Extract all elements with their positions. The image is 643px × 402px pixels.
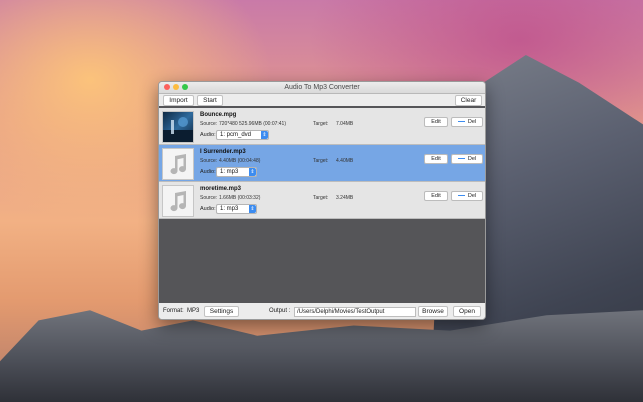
source-value: 4.40MB (00:04:48) bbox=[219, 158, 261, 164]
audio-label: Audio: bbox=[200, 132, 216, 138]
format-label: Format: bbox=[163, 308, 184, 314]
target-value: 4.40MB bbox=[336, 158, 354, 164]
audio-track-select[interactable]: 1: mp3 ⇕ bbox=[216, 204, 257, 214]
chevron-updown-icon: ⇕ bbox=[249, 168, 256, 176]
minus-icon bbox=[457, 121, 465, 123]
audio-thumbnail bbox=[162, 185, 194, 217]
file-name: I Surrender.mp3 bbox=[200, 149, 246, 155]
target-label: Target: bbox=[313, 158, 329, 164]
edit-button[interactable]: Edit bbox=[424, 191, 448, 201]
target-label: Target: bbox=[313, 195, 329, 201]
audio-label: Audio: bbox=[200, 206, 216, 212]
window-title: Audio To Mp3 Converter bbox=[284, 84, 360, 91]
settings-button[interactable]: Settings bbox=[204, 306, 239, 317]
target-value: 3.24MB bbox=[336, 195, 354, 201]
target-value: 7.04MB bbox=[336, 121, 354, 127]
source-label: Source: bbox=[200, 195, 218, 201]
music-note-icon bbox=[170, 154, 187, 175]
source-label: Source: bbox=[200, 158, 218, 164]
audio-track-value: 1: pcm_dvd bbox=[220, 132, 252, 138]
file-name: Bounce.mpg bbox=[200, 112, 237, 118]
close-window-button[interactable] bbox=[164, 84, 170, 90]
source-value: 720*480 525.96MB (00:07:41) bbox=[219, 121, 286, 127]
video-frame-icon bbox=[163, 117, 193, 142]
target-label: Target: bbox=[313, 121, 329, 127]
source-value: 1.66MB (00:03:32) bbox=[219, 195, 261, 201]
file-name: moretime.mp3 bbox=[200, 186, 242, 192]
chevron-updown-icon: ⇕ bbox=[249, 205, 256, 213]
app-window: Audio To Mp3 Converter Import Start Clea… bbox=[158, 81, 486, 320]
audio-track-value: 1: mp3 bbox=[220, 169, 239, 175]
delete-label: Del bbox=[467, 119, 477, 125]
output-path-field[interactable]: /Users/Delphi/Movies/TestOutput bbox=[294, 307, 416, 317]
audio-track-select[interactable]: 1: mp3 ⇕ bbox=[216, 167, 257, 177]
file-row[interactable]: moretime.mp3 Source: 1.66MB (00:03:32) T… bbox=[159, 182, 485, 219]
clear-button[interactable]: Clear bbox=[455, 95, 482, 106]
output-label: Output : bbox=[269, 308, 291, 314]
source-label: Source: bbox=[200, 121, 218, 127]
delete-button[interactable]: Del bbox=[451, 191, 483, 201]
audio-track-value: 1: mp3 bbox=[220, 206, 239, 212]
toolbar: Import Start Clear bbox=[159, 94, 485, 106]
delete-label: Del bbox=[467, 156, 477, 162]
start-button[interactable]: Start bbox=[197, 95, 223, 106]
file-list: Bounce.mpg Source: 720*480 525.96MB (00:… bbox=[159, 106, 485, 303]
import-button[interactable]: Import bbox=[163, 95, 194, 106]
minimize-window-button[interactable] bbox=[173, 84, 179, 90]
audio-label: Audio: bbox=[200, 169, 216, 175]
delete-label: Del bbox=[467, 193, 477, 199]
music-note-icon bbox=[170, 191, 187, 212]
audio-track-select[interactable]: 1: pcm_dvd ⇕ bbox=[216, 130, 269, 140]
bottom-bar: Format: MP3 Settings Output : /Users/Del… bbox=[159, 304, 485, 319]
edit-button[interactable]: Edit bbox=[424, 117, 448, 127]
title-bar[interactable]: Audio To Mp3 Converter bbox=[159, 82, 485, 94]
chevron-updown-icon: ⇕ bbox=[261, 131, 268, 139]
format-value: MP3 bbox=[187, 308, 200, 314]
edit-button[interactable]: Edit bbox=[424, 154, 448, 164]
browse-button[interactable]: Browse bbox=[418, 306, 448, 317]
delete-button[interactable]: Del bbox=[451, 117, 483, 127]
video-thumbnail bbox=[162, 111, 194, 143]
minus-icon bbox=[457, 195, 465, 197]
zoom-window-button[interactable] bbox=[182, 84, 188, 90]
open-button[interactable]: Open bbox=[453, 306, 481, 317]
minus-icon bbox=[457, 158, 465, 160]
file-row-selected[interactable]: I Surrender.mp3 Source: 4.40MB (00:04:48… bbox=[159, 145, 485, 182]
audio-thumbnail bbox=[162, 148, 194, 180]
delete-button[interactable]: Del bbox=[451, 154, 483, 164]
file-row[interactable]: Bounce.mpg Source: 720*480 525.96MB (00:… bbox=[159, 108, 485, 145]
